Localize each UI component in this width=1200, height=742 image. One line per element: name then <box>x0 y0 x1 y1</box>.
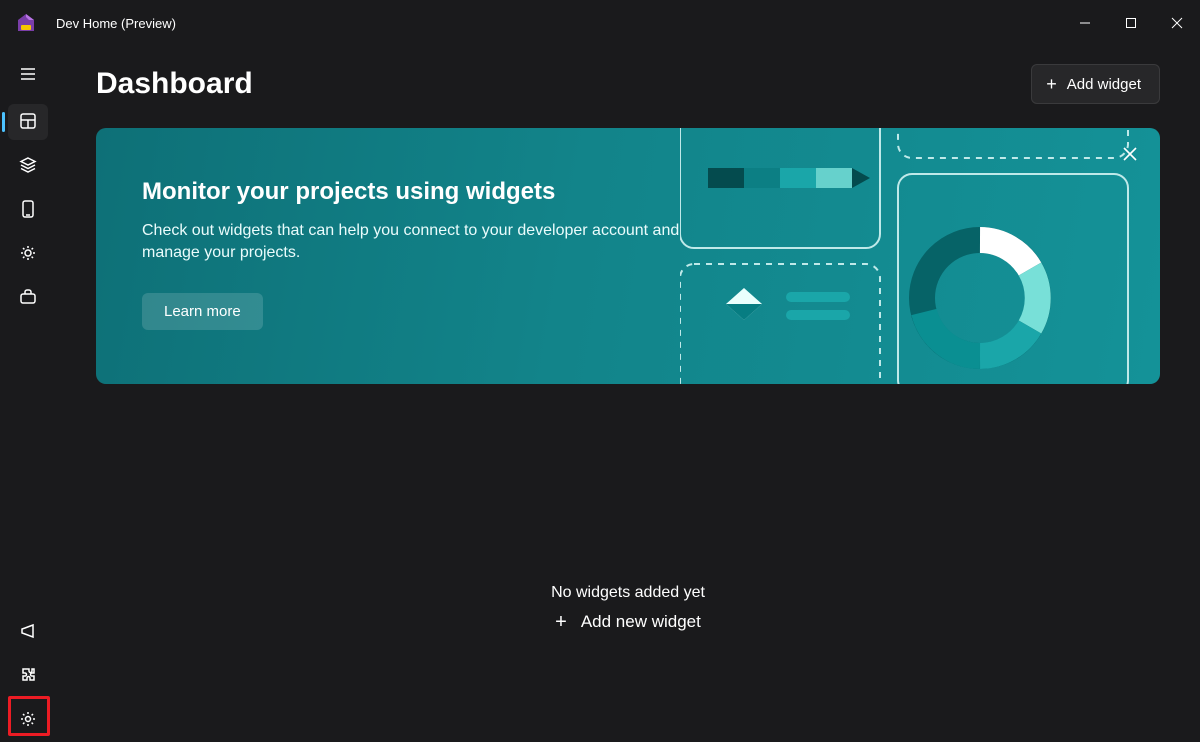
banner-subheading: Check out widgets that can help you conn… <box>142 220 682 265</box>
add-widget-button[interactable]: + Add widget <box>1031 64 1160 104</box>
megaphone-icon <box>19 622 37 643</box>
learn-more-button[interactable]: Learn more <box>142 293 263 330</box>
empty-state: No widgets added yet + Add new widget <box>96 584 1160 632</box>
titlebar: Dev Home (Preview) <box>0 0 1200 46</box>
app-logo-icon <box>14 11 38 35</box>
plus-icon: + <box>1046 75 1057 93</box>
add-new-widget-label: Add new widget <box>581 612 701 632</box>
add-new-widget-button[interactable]: + Add new widget <box>555 612 701 632</box>
banner-heading: Monitor your projects using widgets <box>142 178 682 206</box>
hamburger-button[interactable] <box>8 56 48 92</box>
add-widget-label: Add widget <box>1067 76 1141 93</box>
banner-close-button[interactable] <box>1118 142 1142 166</box>
layers-icon <box>19 156 37 177</box>
device-icon <box>20 199 36 222</box>
puzzle-icon <box>19 666 37 687</box>
sidebar <box>0 46 56 742</box>
maximize-button[interactable] <box>1108 0 1154 46</box>
nav-item-dashboard[interactable] <box>8 104 48 140</box>
nav-item-toolbox[interactable] <box>8 280 48 316</box>
app-title: Dev Home (Preview) <box>56 16 176 31</box>
nav-item-settings[interactable] <box>8 702 48 738</box>
nav-item-machine-configuration[interactable] <box>8 148 48 184</box>
banner-artwork <box>680 128 1160 384</box>
briefcase-icon <box>19 288 37 309</box>
header-row: Dashboard + Add widget <box>96 64 1160 104</box>
nav-item-feedback[interactable] <box>8 614 48 650</box>
dashboard-icon <box>19 112 37 133</box>
plus-icon: + <box>555 612 567 632</box>
main-content: Dashboard + Add widget Monitor your proj… <box>56 46 1200 742</box>
close-button[interactable] <box>1154 0 1200 46</box>
nav-item-device[interactable] <box>8 192 48 228</box>
minimize-button[interactable] <box>1062 0 1108 46</box>
empty-state-heading: No widgets added yet <box>96 584 1160 602</box>
intro-banner: Monitor your projects using widgets Chec… <box>96 128 1160 384</box>
gear-plus-icon <box>19 244 37 265</box>
settings-icon <box>19 710 37 731</box>
window-controls <box>1062 0 1200 46</box>
nav-item-utilities[interactable] <box>8 236 48 272</box>
nav-item-extensions[interactable] <box>8 658 48 694</box>
page-title: Dashboard <box>96 67 253 101</box>
